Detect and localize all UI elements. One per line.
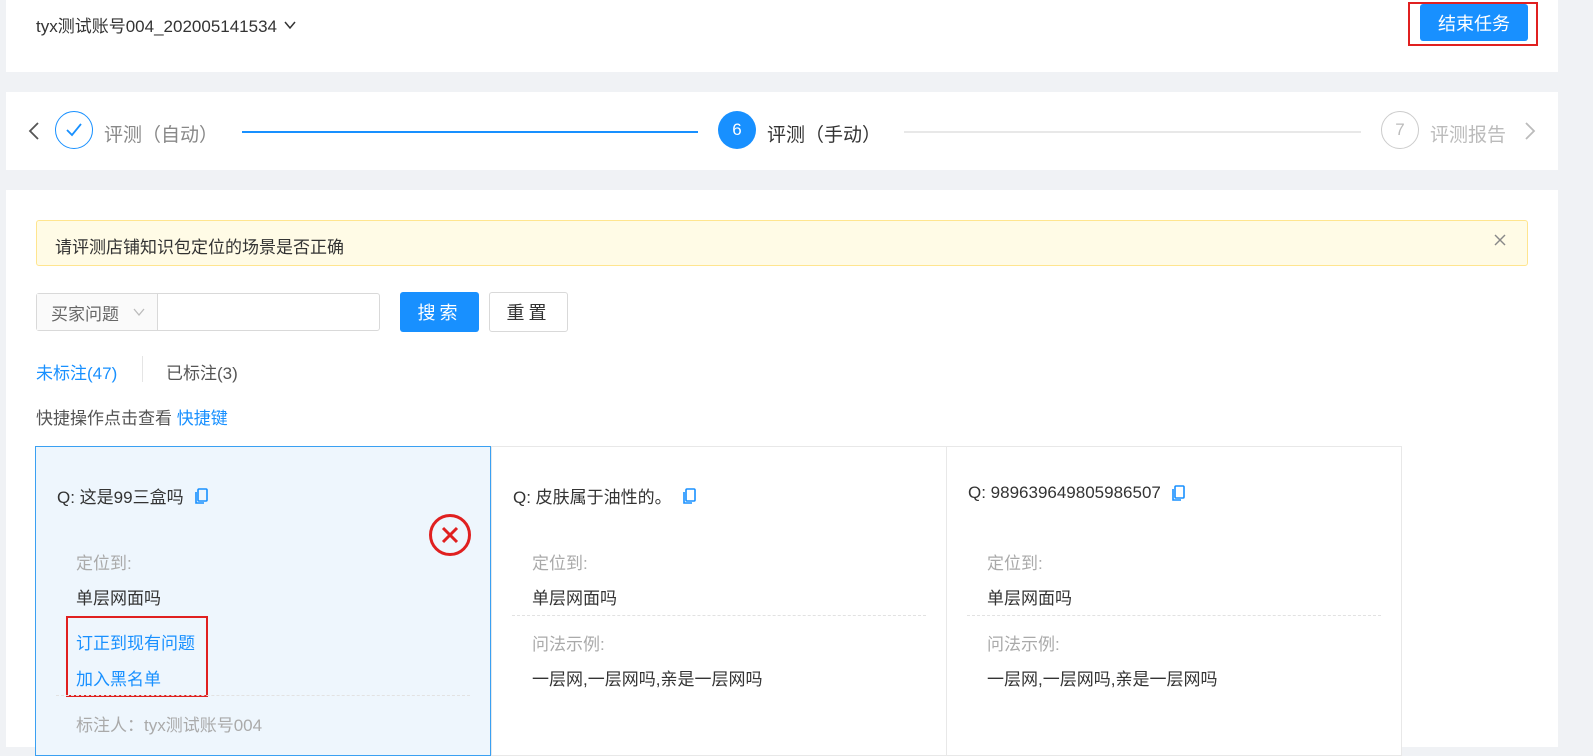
located-value: 单层网面吗 [532, 589, 617, 608]
question-card[interactable]: Q: 皮肤属于油性的。 定位到: 单层网面吗 问法示例: 一层网,一层网吗,亲是… [491, 446, 947, 756]
step-2-label: 评测（手动） [767, 125, 882, 146]
chevron-left-icon[interactable] [26, 120, 44, 142]
question-text: Q: 皮肤属于油性的。 [513, 488, 672, 507]
search-group: 买家问题 [36, 293, 380, 331]
close-icon[interactable] [1493, 233, 1507, 247]
step-3-label: 评测报告 [1430, 125, 1507, 146]
question-line: Q: 皮肤属于油性的。 [513, 483, 697, 508]
chevron-down-icon [284, 21, 296, 29]
question-text: Q: 989639649805986507 [968, 483, 1161, 502]
examples-label: 问法示例: [987, 635, 1060, 654]
alert-banner: 请评测店铺知识包定位的场景是否正确 [36, 220, 1528, 266]
located-label: 定位到: [532, 554, 588, 573]
tab-unmarked[interactable]: 未标注(47) [36, 359, 117, 384]
main-content: 请评测店铺知识包定位的场景是否正确 买家问题 搜索 重置 未标注(47) 已标注… [6, 190, 1558, 756]
top-bar: tyx测试账号004_202005141534 结束任务 [6, 0, 1558, 72]
tab-marked[interactable]: 已标注(3) [166, 359, 238, 384]
copy-icon[interactable] [1172, 485, 1186, 501]
tab-divider [142, 356, 143, 382]
divider [56, 695, 470, 696]
question-text: Q: 这是99三盒吗 [57, 488, 184, 507]
question-card[interactable]: Q: 989639649805986507 定位到: 单层网面吗 问法示例: 一… [946, 446, 1402, 756]
search-type-select[interactable]: 买家问题 [37, 294, 158, 330]
error-mark-icon[interactable] [428, 513, 472, 557]
divider [512, 615, 926, 616]
divider [967, 615, 1381, 616]
question-card[interactable]: Q: 这是99三盒吗 定位到: 单层网面吗 订正到现有问题 加入黑名单 标注人：… [35, 446, 491, 756]
question-line: Q: 这是99三盒吗 [57, 483, 209, 508]
examples-label: 问法示例: [532, 635, 605, 654]
located-label: 定位到: [987, 554, 1043, 573]
correct-to-existing-link[interactable]: 订正到现有问题 [76, 629, 195, 654]
step-line-2 [904, 131, 1361, 133]
annotator-text: 标注人：tyx测试账号004 [76, 716, 263, 735]
examples-value: 一层网,一层网吗,亲是一层网吗 [987, 670, 1218, 689]
located-value: 单层网面吗 [987, 589, 1072, 608]
search-input[interactable] [159, 294, 377, 330]
account-name: tyx测试账号004_202005141534 [36, 17, 277, 36]
copy-icon[interactable] [682, 487, 697, 504]
search-type-value: 买家问题 [51, 304, 119, 324]
steps-bar: 评测（自动） 6 评测（手动） 7 评测报告 [6, 92, 1558, 170]
chevron-down-icon [133, 308, 145, 317]
located-value: 单层网面吗 [76, 589, 161, 608]
add-to-blacklist-link[interactable]: 加入黑名单 [76, 665, 161, 690]
step-1-label: 评测（自动） [104, 125, 219, 146]
step-2-number: 6 [718, 111, 756, 149]
question-line: Q: 989639649805986507 [968, 483, 1186, 503]
copy-icon[interactable] [194, 487, 209, 504]
step-line-1 [242, 131, 698, 133]
search-button[interactable]: 搜索 [400, 292, 479, 332]
reset-button[interactable]: 重置 [489, 292, 568, 332]
shortcut-link[interactable]: 快捷键 [177, 409, 228, 428]
examples-value: 一层网,一层网吗,亲是一层网吗 [532, 670, 763, 689]
shortcut-hint-text: 快捷操作点击查看 [36, 409, 172, 428]
chevron-right-icon[interactable] [1520, 120, 1538, 142]
account-selector[interactable]: tyx测试账号004_202005141534 [36, 12, 297, 37]
end-task-button[interactable]: 结束任务 [1420, 4, 1528, 41]
check-icon [66, 123, 82, 137]
step-1-check [55, 111, 93, 149]
alert-text: 请评测店铺知识包定位的场景是否正确 [55, 238, 344, 257]
step-3-number: 7 [1381, 111, 1419, 149]
located-label: 定位到: [76, 554, 132, 573]
shortcut-hint: 快捷操作点击查看 快捷键 [36, 404, 228, 429]
